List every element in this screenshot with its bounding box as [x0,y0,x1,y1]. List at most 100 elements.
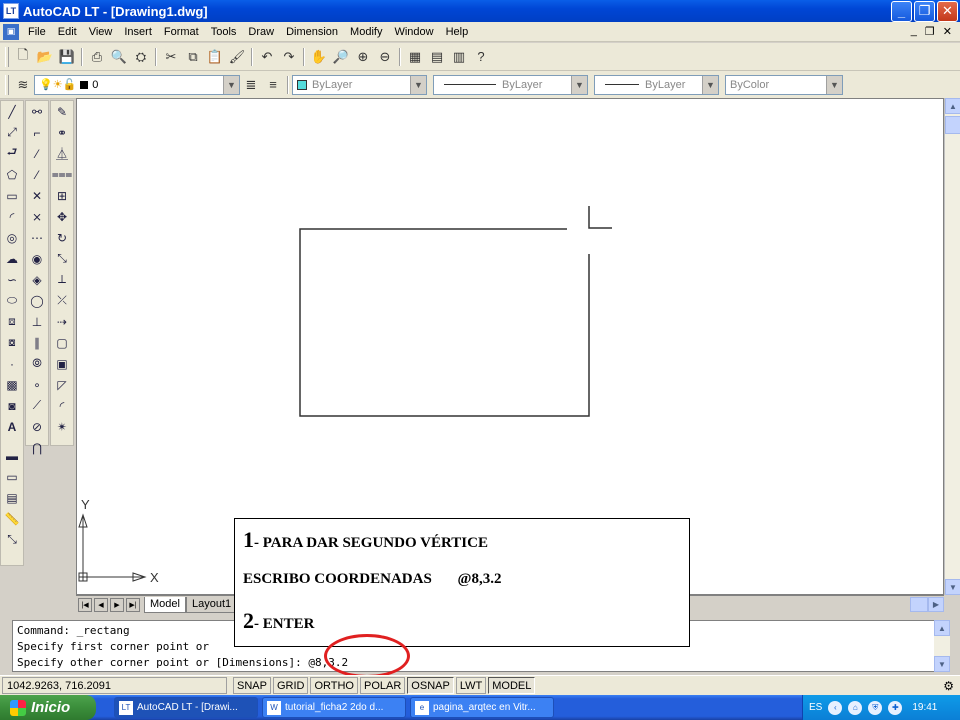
point-icon[interactable]: · [1,353,23,374]
copy-icon[interactable]: ⧉ [182,46,204,68]
paste-icon[interactable]: 📋 [204,46,226,68]
snap-from-icon[interactable]: ⌐ [26,122,48,143]
model-toggle[interactable]: MODEL [488,677,536,694]
maximize-button[interactable]: ❐ [914,0,935,22]
doc-close-icon[interactable]: ✕ [943,25,952,38]
print-icon[interactable]: ⎙ [86,46,108,68]
menu-dimension[interactable]: Dimension [280,26,344,38]
circle-icon[interactable]: ◎ [1,227,23,248]
offset-icon[interactable]: ⩶ [51,164,73,185]
menu-format[interactable]: Format [158,26,205,38]
list-icon[interactable]: ▤ [1,487,23,508]
snap-apparent-intersection-icon[interactable]: ⨯ [26,206,48,227]
menu-insert[interactable]: Insert [118,26,158,38]
polyline-icon[interactable]: ⮐ [1,143,23,164]
ortho-toggle[interactable]: ORTHO [310,677,358,694]
chevron-down-icon[interactable]: ▼ [410,75,426,94]
snap-extension-icon[interactable]: ⋯ [26,227,48,248]
help-icon[interactable]: ? [470,46,492,68]
erase-icon[interactable]: ✎ [51,101,73,122]
inquiry-icon[interactable]: ▬ [1,445,23,466]
chevron-down-icon[interactable]: ▼ [571,75,587,94]
measure-icon[interactable]: ▭ [1,466,23,487]
menu-window[interactable]: Window [388,26,439,38]
menu-file[interactable]: File [22,26,52,38]
chevron-down-icon[interactable]: ▼ [223,75,239,94]
scroll-down-icon[interactable]: ▼ [934,656,950,672]
design-center-icon[interactable]: ▤ [426,46,448,68]
grid-toggle[interactable]: GRID [272,677,309,694]
snap-perpendicular-icon[interactable]: ⊥ [26,311,48,332]
toolbar-grip[interactable] [5,46,9,67]
snap-nearest-icon[interactable]: ⟋ [26,395,48,416]
tab-model[interactable]: Model [144,596,186,613]
snap-intersection-icon[interactable]: ✕ [26,185,48,206]
snap-settings-icon[interactable]: ⋂ [26,437,48,458]
snap-midpoint-icon[interactable]: ⁄ [26,164,48,185]
extend-icon[interactable]: ⇢ [51,311,73,332]
break-icon[interactable]: ▢ [51,332,73,353]
snap-tangent-icon[interactable]: ◯ [26,290,48,311]
mirror-icon[interactable]: ⏅ [51,143,73,164]
doc-restore-icon[interactable]: ❐ [925,25,935,38]
network-icon[interactable]: ⌂ [848,700,863,715]
region-icon[interactable]: ◙ [1,395,23,416]
scroll-up-icon[interactable]: ▲ [945,98,960,114]
lineweight-dropdown[interactable]: ByLayer ▼ [594,74,719,95]
open-folder-icon[interactable]: 📂 [34,46,56,68]
make-block-icon[interactable]: ⧇ [1,332,23,353]
line-icon[interactable]: ╱ [1,101,23,122]
snap-node-icon[interactable]: ∘ [26,374,48,395]
copy-object-icon[interactable]: ⚭ [51,122,73,143]
chevron-down-icon[interactable]: ▼ [826,75,842,94]
ellipse-icon[interactable]: ⬭ [1,290,23,311]
join-icon[interactable]: ▣ [51,353,73,374]
snap-parallel-icon[interactable]: ∥ [26,332,48,353]
publish-icon[interactable]: ⛭ [130,46,152,68]
text-icon[interactable]: A [1,416,23,437]
polygon-icon[interactable]: ⬠ [1,164,23,185]
rectangle-icon[interactable]: ▭ [1,185,23,206]
security-icon[interactable]: ⛨ [868,700,883,715]
construction-line-icon[interactable]: ⤢ [1,122,23,143]
chevron-down-icon[interactable]: ▼ [702,75,718,94]
horizontal-scrollbar[interactable]: ▶ [910,597,944,612]
save-icon[interactable]: 💾 [56,46,78,68]
match-properties-icon[interactable]: 🖌 [226,46,248,68]
autocad-app-icon[interactable]: LT [3,3,19,19]
lwt-toggle[interactable]: LWT [455,677,487,694]
start-button[interactable]: Inicio [0,695,96,720]
antivirus-icon[interactable]: ✚ [888,700,903,715]
toolbar-grip[interactable] [5,74,9,95]
snap-quadrant-icon[interactable]: ◈ [26,269,48,290]
scroll-up-icon[interactable]: ▲ [934,620,950,636]
scroll-thumb-h[interactable] [910,597,928,612]
doc-minimize-icon[interactable]: _ [911,25,917,38]
new-file-icon[interactable]: 🗋 [12,46,34,68]
revision-cloud-icon[interactable]: ☁ [1,248,23,269]
task-browser[interactable]: e pagina_arqtec en Vitr... [410,697,554,718]
command-scrollbar[interactable]: ▲ ▼ [934,620,950,672]
undo-icon[interactable]: ↶ [256,46,278,68]
snap-endpoint-icon[interactable]: ⁄ [26,143,48,164]
pan-icon[interactable]: ✋ [308,46,330,68]
menu-tools[interactable]: Tools [205,26,243,38]
scale-icon[interactable]: ⤡ [51,248,73,269]
menu-view[interactable]: View [83,26,119,38]
print-preview-icon[interactable]: 🔍 [108,46,130,68]
menu-draw[interactable]: Draw [242,26,280,38]
task-autocad[interactable]: LT AutoCAD LT - [Drawi... [114,697,258,718]
scroll-right-icon[interactable]: ▶ [928,597,944,612]
tray-arrow-icon[interactable]: ‹ [828,700,843,715]
rotate-icon[interactable]: ↻ [51,227,73,248]
task-word[interactable]: W tutorial_ficha2 2do d... [262,697,406,718]
layer-dropdown[interactable]: 💡 ☀ 🔓 0 ▼ [34,74,240,95]
scroll-thumb[interactable] [945,116,960,134]
status-tray-icon[interactable]: ⚙ [943,679,954,693]
first-tab-icon[interactable]: |◀ [78,597,92,612]
command-prompt-line[interactable]: Specify other corner point or [Dimension… [17,655,939,671]
layer-manager-icon[interactable]: ≋ [12,74,34,96]
snap-center-icon[interactable]: ◉ [26,248,48,269]
prev-tab-icon[interactable]: ◀ [94,597,108,612]
polar-toggle[interactable]: POLAR [360,677,406,694]
